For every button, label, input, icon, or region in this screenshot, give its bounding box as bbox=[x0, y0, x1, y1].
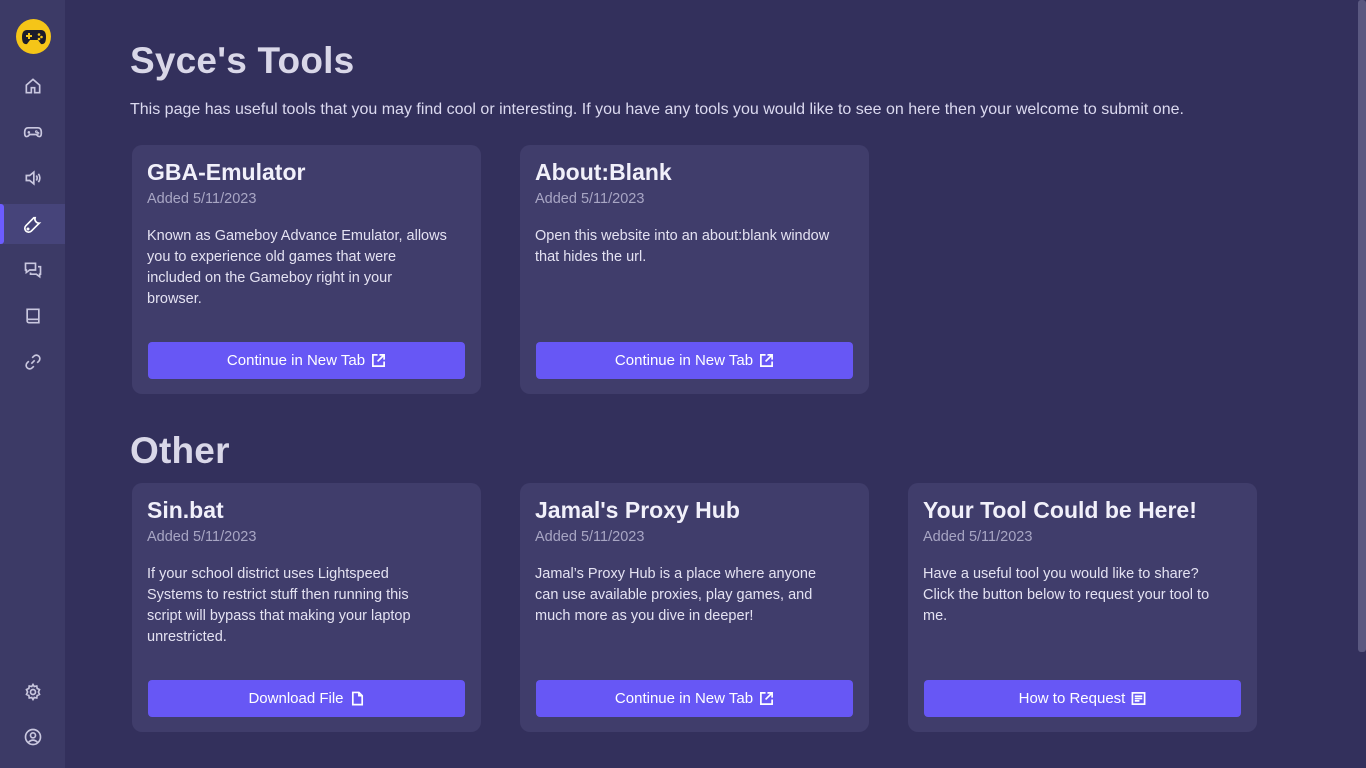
tool-card-about-blank: About:Blank Added 5/11/2023 Open this we… bbox=[520, 145, 869, 394]
download-file-button[interactable]: Download File bbox=[148, 680, 465, 717]
sidebar-item-games[interactable] bbox=[0, 112, 65, 152]
sidebar-item-account[interactable] bbox=[0, 717, 65, 757]
card-title: Jamal's Proxy Hub bbox=[535, 497, 740, 523]
button-label: Continue in New Tab bbox=[614, 352, 754, 369]
external-link-icon bbox=[760, 354, 774, 367]
sidebar-item-audio[interactable] bbox=[0, 158, 65, 198]
document-lines-icon bbox=[1131, 692, 1146, 705]
sidebar-item-links[interactable] bbox=[0, 342, 65, 382]
card-title: About:Blank bbox=[535, 159, 672, 185]
button-label: How to Request bbox=[1018, 690, 1126, 707]
sidebar-item-tools[interactable] bbox=[0, 204, 65, 244]
book-icon bbox=[25, 308, 40, 324]
gamepad-icon bbox=[23, 127, 42, 138]
sidebar-item-home[interactable] bbox=[0, 66, 65, 106]
tool-card-your-tool: Your Tool Could be Here! Added 5/11/2023… bbox=[908, 483, 1257, 732]
tool-card-gba-emulator: GBA-Emulator Added 5/11/2023 Known as Ga… bbox=[132, 145, 481, 394]
card-description: Open this website into an about:blank wi… bbox=[535, 228, 830, 265]
button-label: Download File bbox=[248, 690, 344, 707]
card-date: Added 5/11/2023 bbox=[535, 191, 645, 207]
card-description: If your school district uses Lightspeed … bbox=[147, 566, 411, 645]
how-to-request-button[interactable]: How to Request bbox=[924, 680, 1241, 717]
page-scrollbar[interactable] bbox=[1358, 0, 1366, 652]
link-icon bbox=[24, 354, 41, 370]
gamepad-logo-icon[interactable] bbox=[16, 19, 51, 54]
home-icon bbox=[25, 78, 40, 94]
wrench-icon bbox=[23, 216, 41, 234]
continue-new-tab-button[interactable]: Continue in New Tab bbox=[536, 342, 853, 379]
card-title: GBA-Emulator bbox=[147, 159, 306, 185]
card-date: Added 5/11/2023 bbox=[147, 191, 257, 207]
sidebar-item-chat[interactable] bbox=[0, 250, 65, 290]
sidebar bbox=[0, 0, 65, 768]
button-label: Continue in New Tab bbox=[226, 352, 366, 369]
page-title: Syce's Tools bbox=[130, 40, 355, 81]
continue-new-tab-button[interactable]: Continue in New Tab bbox=[148, 342, 465, 379]
card-title: Your Tool Could be Here! bbox=[923, 497, 1197, 523]
external-link-icon bbox=[372, 354, 386, 367]
sidebar-item-book[interactable] bbox=[0, 296, 65, 336]
page-intro: This page has useful tools that you may … bbox=[130, 101, 1184, 118]
file-icon bbox=[351, 691, 363, 706]
card-date: Added 5/11/2023 bbox=[147, 529, 257, 545]
main-content: Syce's Tools This page has useful tools … bbox=[65, 0, 1366, 768]
speaker-icon bbox=[25, 170, 41, 186]
external-link-icon bbox=[760, 692, 774, 705]
continue-new-tab-button[interactable]: Continue in New Tab bbox=[536, 680, 853, 717]
user-circle-icon bbox=[24, 728, 41, 746]
card-date: Added 5/11/2023 bbox=[923, 529, 1033, 545]
card-description: Have a useful tool you would like to sha… bbox=[923, 566, 1210, 624]
card-description: Jamal’s Proxy Hub is a place where anyon… bbox=[535, 566, 817, 624]
card-date: Added 5/11/2023 bbox=[535, 529, 645, 545]
chat-icon bbox=[24, 262, 41, 279]
button-label: Continue in New Tab bbox=[614, 690, 754, 707]
tool-card-sin-bat: Sin.bat Added 5/11/2023 If your school d… bbox=[132, 483, 481, 732]
tool-card-jamals-proxy-hub: Jamal's Proxy Hub Added 5/11/2023 Jamal’… bbox=[520, 483, 869, 732]
card-title: Sin.bat bbox=[147, 497, 224, 523]
section-title-other: Other bbox=[130, 430, 230, 471]
sidebar-item-settings[interactable] bbox=[0, 672, 65, 712]
card-description: Known as Gameboy Advance Emulator, allow… bbox=[147, 228, 447, 307]
gear-icon bbox=[24, 682, 41, 702]
